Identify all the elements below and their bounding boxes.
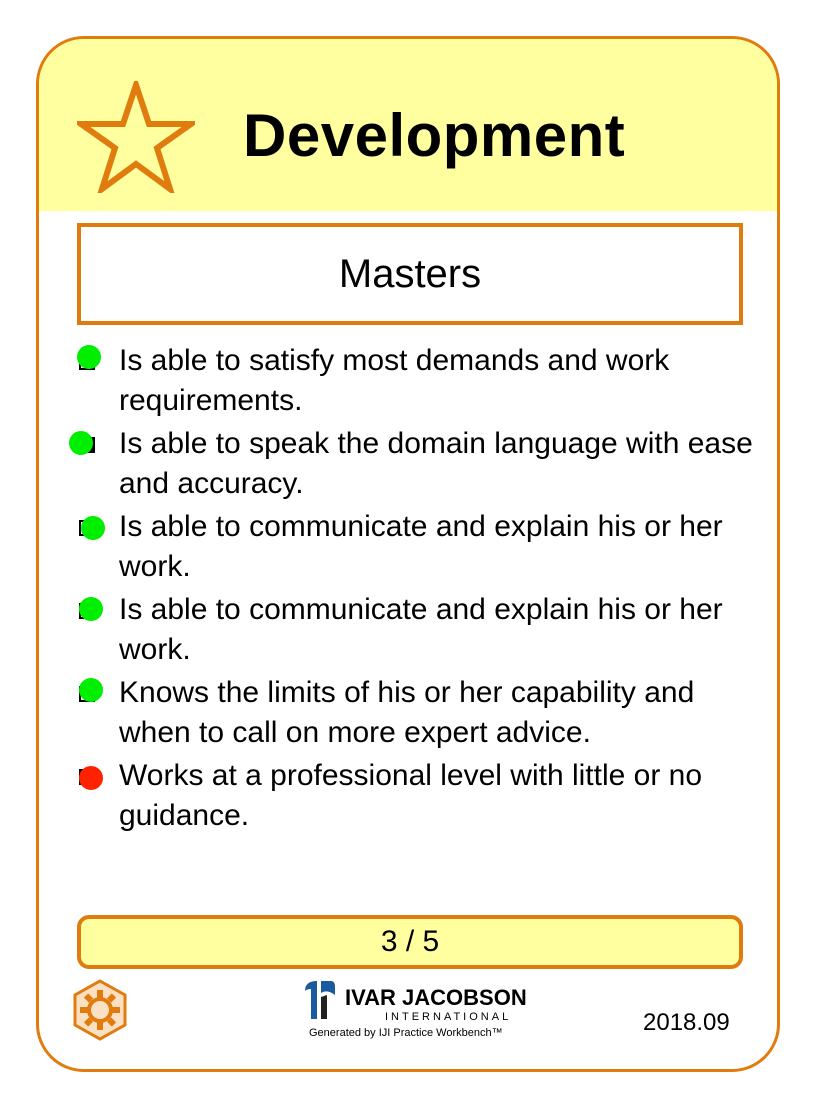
progress-indicator: 3 / 5 <box>77 915 743 969</box>
checklist-item-text: Knows the limits of his or her capabilit… <box>119 676 695 749</box>
version-label: 2018.09 <box>643 1009 730 1036</box>
green-status-dot <box>79 678 103 702</box>
generated-by: Generated by IJI Practice Workbench™ <box>309 1027 503 1039</box>
logo-subtitle: INTERNATIONAL <box>385 1011 512 1023</box>
checklist-item: Is able to satisfy most demands and work… <box>77 341 757 421</box>
red-status-dot <box>79 766 103 790</box>
card-header: Development <box>39 39 777 211</box>
logo-mark-icon <box>305 981 335 1019</box>
checklist-item: Is able to speak the domain language wit… <box>69 424 757 504</box>
checklist: Is able to satisfy most demands and work… <box>69 341 757 839</box>
checklist-item-text: Works at a professional level with littl… <box>119 759 703 832</box>
green-status-dot <box>69 431 93 455</box>
checklist-item: Is able to communicate and explain his o… <box>77 507 757 587</box>
checklist-item-text: Is able to speak the domain language wit… <box>119 427 753 500</box>
checklist-item: Works at a professional level with littl… <box>77 756 757 836</box>
logo-name: IVAR JACOBSON <box>345 985 527 1010</box>
checklist-item-text: Is able to communicate and explain his o… <box>119 593 723 666</box>
green-status-dot <box>79 597 103 621</box>
gear-icon <box>73 979 127 1041</box>
green-status-dot <box>81 516 105 540</box>
checklist-item: Knows the limits of his or her capabilit… <box>77 673 757 753</box>
green-status-dot <box>77 345 101 369</box>
checklist-item: Is able to communicate and explain his o… <box>77 590 757 670</box>
checklist-item-text: Is able to communicate and explain his o… <box>119 510 723 583</box>
star-icon <box>77 81 195 193</box>
checklist-item-text: Is able to satisfy most demands and work… <box>119 344 670 417</box>
card: Development Masters Is able to satisfy m… <box>36 36 780 1072</box>
ivar-jacobson-logo: IVAR JACOBSON INTERNATIONAL Generated by… <box>301 977 527 1045</box>
card-title: Development <box>243 102 626 169</box>
state-name: Masters <box>77 223 743 325</box>
